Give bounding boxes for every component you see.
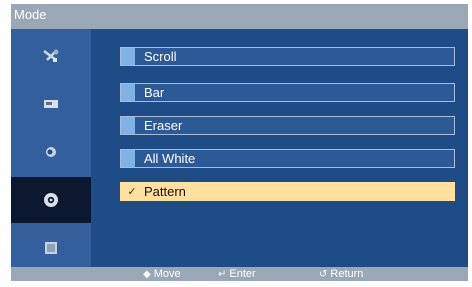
menu-item-label: Eraser (144, 118, 183, 133)
enter-label: Enter (229, 268, 256, 280)
sidebar-item-setup[interactable] (11, 129, 91, 175)
item-marker (121, 150, 135, 167)
menu-item-label: Pattern (144, 184, 186, 199)
return-icon: ↺ (319, 268, 328, 280)
menu-item-label: Bar (144, 85, 165, 100)
support-icon (45, 242, 57, 254)
setup-icon (46, 147, 56, 157)
gear-icon (44, 193, 58, 207)
sidebar-item-sound[interactable] (11, 81, 91, 127)
move-hint: ◆ Move (143, 267, 181, 281)
picture-settings-icon (43, 49, 59, 62)
checkmark-icon: ✓ (127, 186, 137, 198)
item-marker (121, 48, 135, 65)
move-label: Move (153, 268, 181, 280)
menu-item-pattern[interactable]: ✓ Pattern (120, 182, 455, 201)
menu-item-scroll[interactable]: Scroll (120, 47, 455, 66)
item-marker (121, 84, 135, 101)
enter-icon: ↵ (218, 268, 227, 280)
sidebar-item-picture[interactable] (11, 33, 91, 79)
menu-item-bar[interactable]: Bar (120, 83, 455, 102)
move-icon: ◆ (143, 268, 151, 280)
sidebar-item-gear[interactable] (11, 177, 91, 223)
title-bar: Mode (11, 4, 468, 29)
page-title: Mode (14, 7, 47, 22)
menu-item-label: Scroll (144, 49, 177, 64)
menu-item-eraser[interactable]: Eraser (120, 116, 455, 135)
enter-hint: ↵ Enter (218, 267, 256, 281)
return-label: Return (330, 268, 364, 280)
menu-item-all-white[interactable]: All White (120, 149, 455, 168)
menu-panel: Scroll Bar Eraser All White ✓ Pattern (91, 29, 468, 267)
osd-window: Mode Scroll Bar Eraser All White ✓ Patte… (11, 4, 468, 281)
return-hint: ↺ Return (319, 267, 363, 281)
sidebar (11, 29, 91, 267)
menu-item-label: All White (144, 151, 196, 166)
sound-icon (44, 100, 58, 108)
item-marker (121, 117, 135, 134)
status-bar: ◆ Move ↵ Enter ↺ Return (11, 267, 468, 281)
sidebar-item-support[interactable] (11, 225, 91, 271)
